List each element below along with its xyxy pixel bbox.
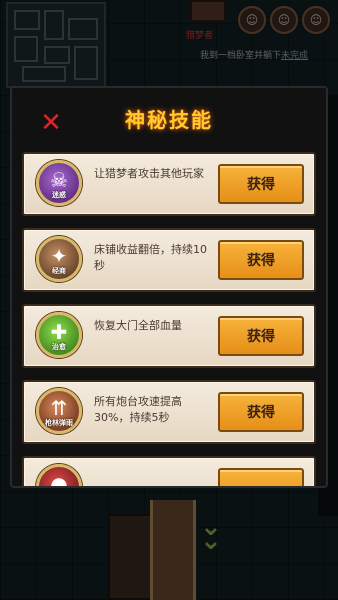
- skill-glyph: ☠: [50, 168, 68, 192]
- dialog-header: ✕ 神秘技能: [12, 88, 326, 142]
- coin-icon: ✦ 经商: [36, 236, 82, 282]
- skill-description: 恢复大门全部血量: [94, 319, 182, 332]
- obtain-button[interactable]: [218, 468, 304, 486]
- skill-tag: 迷惑: [52, 191, 66, 199]
- skill-tag: 治愈: [52, 343, 66, 351]
- skill-icon: ●: [36, 464, 82, 488]
- skill-glyph: ✚: [50, 320, 68, 344]
- obtain-button[interactable]: 获得: [218, 392, 304, 432]
- skill-list[interactable]: ☠ 迷惑 让猎梦者攻击其他玩家 获得 ✦ 经商 床铺收益翻倍，持续10秒 获得 …: [22, 152, 316, 488]
- skill-item: ✦ 经商 床铺收益翻倍，持续10秒 获得: [22, 228, 316, 292]
- dialog-title: 神秘技能: [125, 108, 213, 132]
- skill-glyph: ⇈: [50, 396, 68, 420]
- skill-description: 床铺收益翻倍，持续10秒: [94, 243, 207, 272]
- obtain-button[interactable]: 获得: [218, 316, 304, 356]
- obtain-button[interactable]: 获得: [218, 164, 304, 204]
- monster-icon: ☠ 迷惑: [36, 160, 82, 206]
- skill-tag: 枪林弹雨: [45, 419, 73, 427]
- skill-description: 所有炮台攻速提高30%，持续5秒: [94, 395, 182, 424]
- bullets-icon: ⇈ 枪林弹雨: [36, 388, 82, 434]
- skill-item: ⇈ 枪林弹雨 所有炮台攻速提高30%，持续5秒 获得: [22, 380, 316, 444]
- skill-item: ✚ 治愈 恢复大门全部血量 获得: [22, 304, 316, 368]
- skill-item: ●: [22, 456, 316, 488]
- mystery-skills-dialog: ✕ 神秘技能 ☠ 迷惑 让猎梦者攻击其他玩家 获得 ✦ 经商 床铺收益翻倍，持续…: [10, 86, 328, 488]
- heal-icon: ✚ 治愈: [36, 312, 82, 358]
- skill-description: 让猎梦者攻击其他玩家: [94, 167, 204, 180]
- skill-item: ☠ 迷惑 让猎梦者攻击其他玩家 获得: [22, 152, 316, 216]
- obtain-button[interactable]: 获得: [218, 240, 304, 280]
- skill-glyph: ✦: [50, 244, 68, 268]
- skill-tag: 经商: [52, 267, 66, 275]
- skill-glyph: ●: [50, 472, 68, 488]
